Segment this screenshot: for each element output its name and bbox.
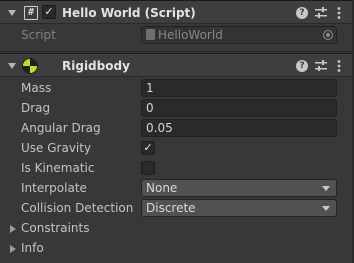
angular-drag-label: Angular Drag: [21, 121, 101, 135]
rigidbody-component-header[interactable]: Rigidbody ?: [0, 53, 354, 77]
collision-detection-value: Discrete: [146, 201, 196, 215]
inspector-panel: # ✓ Hello World (Script) ? Script HelloW…: [0, 0, 354, 263]
interpolate-dropdown[interactable]: None: [141, 179, 337, 197]
component-enabled-checkbox[interactable]: ✓: [42, 5, 56, 19]
is-kinematic-label: Is Kinematic: [21, 161, 95, 175]
help-icon[interactable]: ?: [296, 7, 308, 19]
component-title: Hello World (Script): [62, 6, 196, 20]
object-picker-icon[interactable]: [323, 30, 333, 40]
dropdown-arrow-icon: [322, 206, 330, 211]
interpolate-value: None: [146, 181, 178, 195]
script-object-value: HelloWorld: [158, 28, 223, 42]
component-menu-icon[interactable]: [332, 5, 346, 21]
constraints-foldout-arrow-icon[interactable]: [10, 225, 16, 233]
header-icons: ?: [296, 5, 346, 21]
mass-field[interactable]: 1: [141, 79, 337, 97]
collision-detection-dropdown[interactable]: Discrete: [141, 199, 337, 217]
script-object-field[interactable]: HelloWorld: [141, 26, 337, 44]
interpolate-label: Interpolate: [21, 181, 87, 195]
component-menu-icon[interactable]: [332, 58, 346, 74]
component-separator: [0, 51, 354, 52]
info-foldout[interactable]: Info: [21, 241, 44, 255]
drag-field[interactable]: 0: [141, 99, 337, 117]
info-foldout-arrow-icon[interactable]: [10, 245, 16, 253]
script-label: Script: [21, 28, 56, 42]
foldout-arrow-icon[interactable]: [8, 10, 16, 16]
mass-label: Mass: [21, 81, 52, 95]
use-gravity-label: Use Gravity: [21, 141, 92, 155]
foldout-arrow-icon[interactable]: [8, 63, 16, 69]
constraints-foldout[interactable]: Constraints: [21, 221, 89, 235]
dropdown-arrow-icon: [322, 186, 330, 191]
use-gravity-checkbox[interactable]: ✓: [141, 141, 155, 155]
component-title: Rigidbody: [62, 59, 130, 73]
script-component-header[interactable]: # ✓ Hello World (Script) ?: [0, 0, 354, 24]
presets-icon[interactable]: [314, 5, 328, 21]
script-icon: #: [24, 6, 38, 20]
angular-drag-field[interactable]: 0.05: [141, 119, 337, 137]
rigidbody-icon: [22, 58, 38, 74]
is-kinematic-checkbox[interactable]: [141, 161, 155, 175]
help-icon[interactable]: ?: [296, 60, 308, 72]
drag-label: Drag: [21, 101, 51, 115]
collision-detection-label: Collision Detection: [21, 201, 134, 215]
script-asset-icon: [146, 29, 155, 40]
presets-icon[interactable]: [314, 58, 328, 74]
header-icons: ?: [296, 58, 346, 74]
